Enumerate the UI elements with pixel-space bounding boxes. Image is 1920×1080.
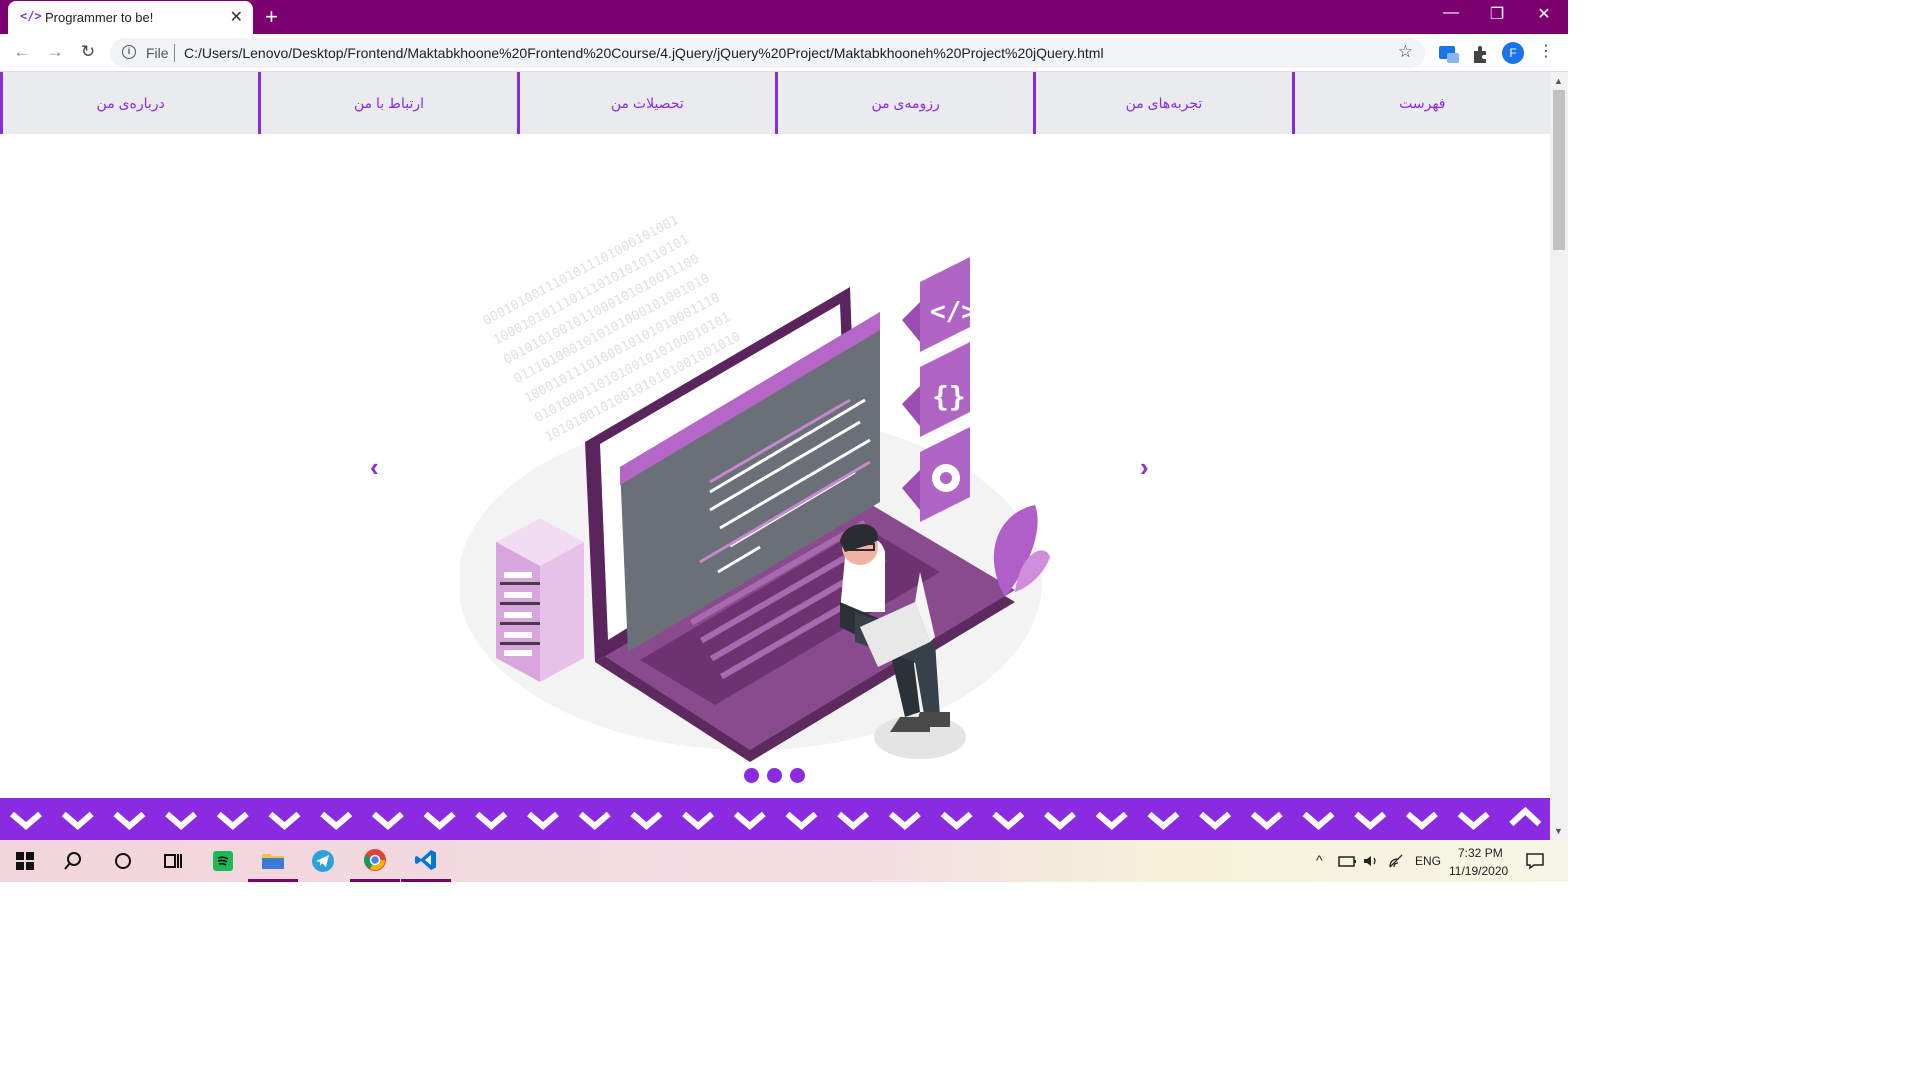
clock-time[interactable]: 7:32 PM: [1458, 846, 1503, 860]
chrome-icon[interactable]: [350, 840, 400, 882]
address-bar[interactable]: i File C:/Users/Lenovo/Desktop/Frontend/…: [110, 38, 1425, 68]
carousel-dot-3[interactable]: [790, 768, 805, 783]
browser-toolbar: ← → ↻ i File C:/Users/Lenovo/Desktop/Fro…: [0, 34, 1568, 72]
file-explorer-icon[interactable]: [248, 840, 298, 882]
nav-item-experience[interactable]: تجربه‌های من: [1033, 72, 1291, 134]
down-chevron-icon: [630, 811, 663, 830]
search-icon[interactable]: [48, 840, 98, 882]
menu-kebab-icon[interactable]: ⋮: [1538, 41, 1554, 61]
down-chevron-icon: [1302, 811, 1335, 830]
down-chevron-icon: [578, 811, 611, 830]
down-chevron-icon: [371, 811, 404, 830]
chevron-pattern: [10, 806, 1542, 830]
down-chevron-icon: [1250, 811, 1283, 830]
restore-button[interactable]: ❐: [1482, 4, 1512, 24]
back-to-top-chevron-icon[interactable]: [1509, 806, 1542, 827]
down-chevron-icon: [268, 811, 301, 830]
vscode-icon[interactable]: [401, 840, 451, 882]
reload-icon[interactable]: ↻: [77, 42, 99, 62]
spotify-icon[interactable]: [198, 840, 248, 882]
down-chevron-icon: [475, 811, 508, 830]
separator: [174, 44, 175, 62]
down-chevron-icon: [216, 811, 249, 830]
svg-text:{}: {}: [932, 380, 966, 413]
down-chevron-icon: [837, 811, 870, 830]
down-chevron-icon: [1354, 811, 1387, 830]
woman-coding-illustration: 0001010011101011101000101001 10001010111…: [460, 213, 1050, 762]
main-nav: درباره‌ی من ارتباط با من تحصیلات من رزوم…: [0, 72, 1550, 134]
carousel-next-button[interactable]: ›: [1140, 452, 1149, 483]
down-chevron-icon: [61, 811, 94, 830]
url-text[interactable]: C:/Users/Lenovo/Desktop/Frontend/Maktabk…: [184, 45, 1104, 61]
down-chevron-icon: [10, 811, 42, 830]
input-language[interactable]: ENG: [1415, 854, 1441, 868]
down-chevron-icon: [527, 811, 559, 830]
cortana-icon[interactable]: [98, 840, 148, 882]
close-window-button[interactable]: ✕: [1529, 4, 1559, 24]
down-chevron-icon: [992, 811, 1025, 830]
down-chevron-icon: [320, 811, 353, 830]
down-chevron-icon: [1095, 811, 1128, 830]
down-chevron-icon: [1405, 811, 1438, 830]
down-chevron-icon: [682, 811, 715, 830]
down-chevron-icon: [113, 811, 146, 830]
down-chevron-icon: [785, 811, 818, 830]
notifications-icon[interactable]: [1525, 852, 1545, 870]
down-chevron-icon: [1457, 811, 1490, 830]
windows-start-icon[interactable]: [0, 840, 50, 882]
nav-item-contact[interactable]: ارتباط با من: [258, 72, 516, 134]
carousel-prev-button[interactable]: ‹: [370, 452, 379, 483]
new-tab-button[interactable]: +: [265, 4, 278, 30]
down-chevron-icon: [888, 811, 921, 830]
page-viewport: درباره‌ی من ارتباط با من تحصیلات من رزوم…: [0, 72, 1550, 840]
scroll-thumb[interactable]: [1553, 90, 1565, 250]
tray-overflow-icon[interactable]: ^: [1316, 852, 1323, 868]
translate-extension-icon[interactable]: [1438, 43, 1460, 65]
scroll-down-arrow-icon[interactable]: ▼: [1554, 826, 1563, 836]
browser-tab[interactable]: </> Programmer to be! ✕: [8, 1, 253, 34]
down-chevron-icon: [940, 811, 973, 830]
down-chevron-icon: [1044, 811, 1076, 830]
windows-taskbar: ^ ENG 7:32 PM 11/19/2020: [0, 840, 1568, 882]
vertical-scrollbar[interactable]: ▲ ▼: [1550, 72, 1568, 840]
nav-item-education[interactable]: تحصیلات من: [516, 72, 775, 134]
nav-item-about[interactable]: درباره‌ی من: [0, 72, 258, 134]
task-view-icon[interactable]: [148, 840, 198, 882]
down-chevron-icon: [1199, 811, 1232, 830]
wifi-icon[interactable]: [1388, 853, 1406, 869]
down-chevron-icon: [423, 811, 456, 830]
footer-chevron-band: [0, 798, 1550, 840]
carousel-dot-1[interactable]: [744, 768, 759, 783]
minimize-button[interactable]: —: [1436, 4, 1466, 22]
down-chevron-icon: [1147, 811, 1180, 830]
scheme-label: File: [146, 45, 169, 61]
profile-avatar[interactable]: F: [1502, 42, 1524, 64]
tab-close-icon[interactable]: ✕: [230, 7, 243, 27]
nav-item-index[interactable]: فهرست: [1291, 72, 1550, 134]
clock-date[interactable]: 11/19/2020: [1449, 864, 1508, 878]
carousel-dot-2[interactable]: [767, 768, 782, 783]
down-chevron-icon: [733, 811, 766, 830]
back-icon[interactable]: ←: [11, 42, 33, 62]
volume-icon[interactable]: [1362, 853, 1380, 869]
info-icon[interactable]: i: [122, 45, 136, 59]
forward-icon[interactable]: →: [44, 42, 66, 62]
scroll-up-arrow-icon[interactable]: ▲: [1554, 76, 1563, 86]
extensions-puzzle-icon[interactable]: [1470, 43, 1492, 65]
battery-icon[interactable]: [1338, 854, 1358, 868]
telegram-icon[interactable]: [298, 840, 348, 882]
svg-text:</>: </>: [930, 297, 977, 327]
browser-titlebar: </> Programmer to be! ✕ + — ❐ ✕: [0, 0, 1568, 34]
bookmark-star-icon[interactable]: ☆: [1398, 42, 1413, 62]
down-chevron-icon: [165, 811, 198, 830]
code-favicon-icon: </>: [20, 9, 42, 23]
nav-item-resume[interactable]: رزومه‌ی من: [774, 72, 1033, 134]
tab-title: Programmer to be!: [45, 10, 154, 25]
carousel-indicators: [744, 768, 805, 783]
